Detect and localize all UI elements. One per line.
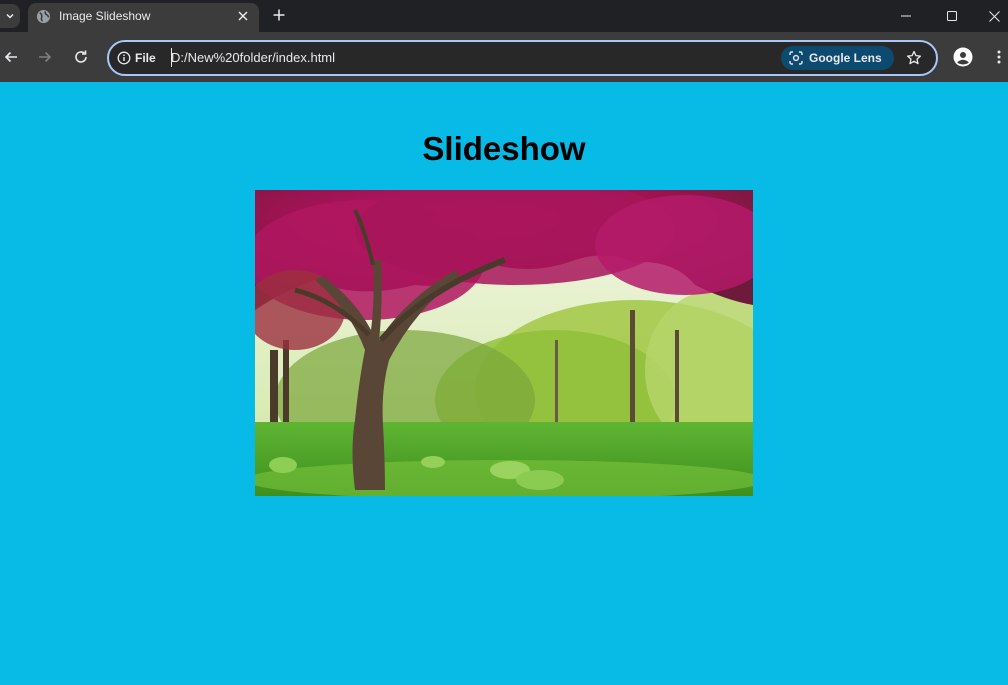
lens-icon [789,51,803,65]
maximize-icon [947,11,957,21]
bookmark-star-button[interactable] [904,48,924,68]
minimize-icon [901,15,911,17]
avatar-icon [953,47,973,67]
tab-title: Image Slideshow [59,9,151,23]
new-tab-button[interactable] [270,6,288,24]
page-title: Slideshow [422,130,586,167]
chevron-down-icon [6,13,14,19]
tab-active[interactable]: Image Slideshow [28,3,259,32]
arrow-left-icon [4,51,17,63]
star-icon [906,50,922,65]
close-window-button[interactable] [980,0,1008,32]
back-button[interactable] [0,46,22,68]
plus-icon [273,9,285,21]
info-icon [117,51,131,65]
maximize-button[interactable] [929,0,975,32]
google-lens-button[interactable]: Google Lens [781,46,894,70]
more-vertical-icon [997,50,1001,64]
profile-button[interactable] [953,47,973,67]
toolbar: File D:/New%20folder/index.html Google L… [0,32,1008,82]
url-text[interactable]: D:/New%20folder/index.html [171,50,335,65]
page-content: Slideshow [0,82,1008,685]
site-info-button[interactable]: File [117,49,156,67]
tab-strip: Image Slideshow [0,0,1008,32]
browser-window: Image Slideshow File D:/New%20folder/ind… [0,0,1008,685]
minimize-button[interactable] [883,0,929,32]
arrow-right-icon [39,51,52,63]
tree-photo-icon [255,190,753,496]
tab-close-button[interactable] [236,9,250,23]
forward-button[interactable] [34,46,56,68]
close-icon [988,10,1000,22]
address-bar[interactable]: File D:/New%20folder/index.html Google L… [107,40,938,76]
google-lens-label: Google Lens [809,51,882,65]
reload-button[interactable] [70,46,92,68]
site-info-label: File [135,51,156,65]
globe-icon [36,9,51,24]
browser-menu-button[interactable] [990,47,1008,67]
close-icon [238,11,248,21]
slideshow-image [255,190,753,496]
tab-search-button[interactable] [0,4,20,28]
reload-icon [75,50,87,63]
